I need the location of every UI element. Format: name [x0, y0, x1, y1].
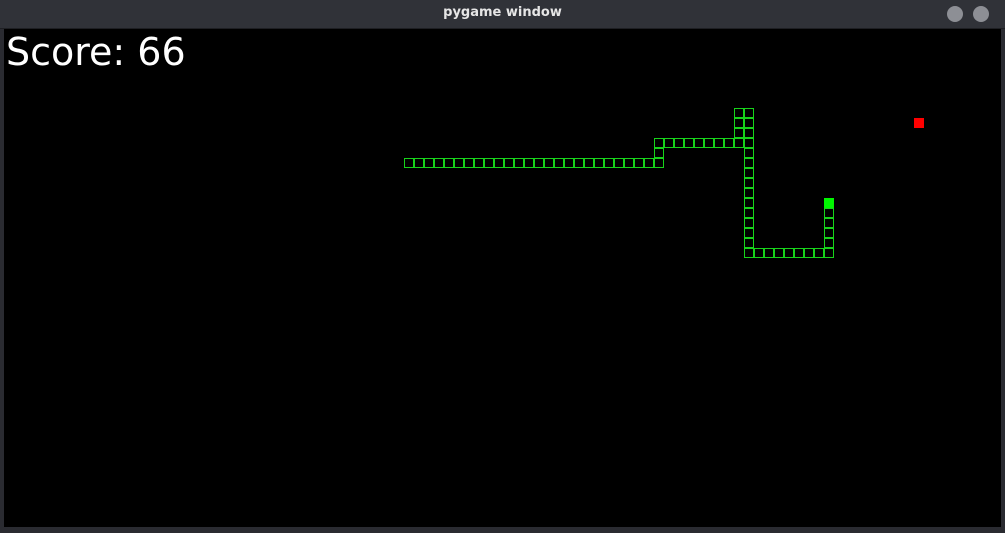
snake-segment: [404, 158, 414, 168]
title-bar[interactable]: pygame window: [0, 0, 1005, 29]
snake-segment: [734, 118, 744, 128]
snake-segment: [694, 138, 704, 148]
snake-segment: [584, 158, 594, 168]
snake-segment: [744, 138, 754, 148]
snake-segment: [744, 228, 754, 238]
snake-segment: [494, 158, 504, 168]
snake-segment: [824, 248, 834, 258]
snake-segment: [824, 208, 834, 218]
snake-segment: [744, 238, 754, 248]
snake-segment: [514, 158, 524, 168]
snake-segment: [594, 158, 604, 168]
snake-segment: [744, 128, 754, 138]
snake-segment: [614, 158, 624, 168]
snake-segment: [634, 158, 644, 168]
snake-segment: [824, 218, 834, 228]
snake-segment: [654, 158, 664, 168]
snake-segment: [814, 248, 824, 258]
snake-segment: [654, 148, 664, 158]
snake-head: [824, 198, 834, 208]
snake-segment: [504, 158, 514, 168]
snake-segment: [464, 158, 474, 168]
snake-segment: [744, 148, 754, 158]
snake-segment: [554, 158, 564, 168]
snake-segment: [824, 228, 834, 238]
snake-segment: [484, 158, 494, 168]
snake-segment: [654, 138, 664, 148]
pygame-window: pygame window Score: 66: [0, 0, 1005, 533]
snake-segment: [744, 208, 754, 218]
snake-segment: [734, 128, 744, 138]
snake-segment: [754, 248, 764, 258]
snake-segment: [744, 178, 754, 188]
snake-segment: [744, 168, 754, 178]
snake-segment: [624, 158, 634, 168]
snake-segment: [744, 248, 754, 258]
snake-segment: [734, 108, 744, 118]
snake-segment: [544, 158, 554, 168]
snake-segment: [734, 138, 744, 148]
snake-segment: [664, 138, 674, 148]
snake-segment: [474, 158, 484, 168]
snake-segment: [454, 158, 464, 168]
minimize-button[interactable]: [947, 6, 963, 22]
snake-segment: [744, 188, 754, 198]
snake-segment: [434, 158, 444, 168]
game-canvas[interactable]: Score: 66: [4, 29, 1001, 527]
snake-segment: [724, 138, 734, 148]
snake-segment: [704, 138, 714, 148]
snake-segment: [414, 158, 424, 168]
snake-segment: [574, 158, 584, 168]
snake-segment: [564, 158, 574, 168]
snake-segment: [774, 248, 784, 258]
snake-segment: [804, 248, 814, 258]
snake-segment: [744, 218, 754, 228]
snake-segment: [714, 138, 724, 148]
score-display: Score: 66: [6, 30, 186, 74]
snake-segment: [444, 158, 454, 168]
snake-segment: [744, 118, 754, 128]
close-button[interactable]: [973, 6, 989, 22]
food-pellet: [914, 118, 924, 128]
snake-segment: [784, 248, 794, 258]
window-title: pygame window: [443, 5, 562, 20]
snake-segment: [744, 198, 754, 208]
snake-segment: [524, 158, 534, 168]
snake-segment: [644, 158, 654, 168]
snake-segment: [744, 158, 754, 168]
snake-segment: [684, 138, 694, 148]
snake-segment: [424, 158, 434, 168]
snake-segment: [794, 248, 804, 258]
snake-segment: [674, 138, 684, 148]
snake-segment: [764, 248, 774, 258]
snake-segment: [534, 158, 544, 168]
snake-segment: [744, 108, 754, 118]
snake-segment: [824, 238, 834, 248]
snake-segment: [604, 158, 614, 168]
